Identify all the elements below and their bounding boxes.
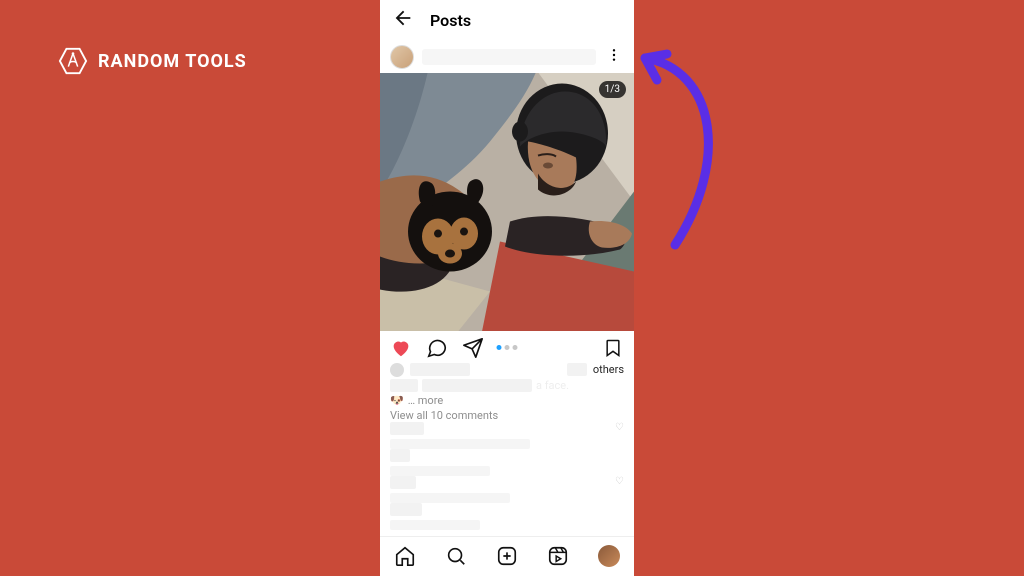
reels-icon	[547, 545, 569, 567]
nav-profile[interactable]	[598, 545, 620, 567]
share-button[interactable]	[462, 337, 484, 359]
search-icon	[445, 545, 467, 567]
instagram-phone-frame: Posts	[380, 0, 634, 576]
likes-text-blurred: xxxx	[410, 363, 470, 376]
likes-others-label: others	[593, 363, 624, 376]
save-button[interactable]	[602, 337, 624, 359]
author-username-blurred[interactable]	[422, 49, 596, 65]
like-button[interactable]	[390, 337, 412, 359]
caption-line: arjun hidden a face.	[390, 379, 624, 392]
caption-tail-blurred: a face.	[536, 379, 569, 392]
liker-avatar	[390, 363, 404, 377]
brand-name: RANDOM TOOLS	[98, 51, 247, 72]
heart-icon	[390, 337, 412, 359]
caption-username-blurred[interactable]: arjun	[390, 379, 418, 392]
caption-more-link[interactable]: … more	[408, 394, 443, 407]
carousel-dot	[497, 345, 502, 350]
profile-avatar-icon	[598, 545, 620, 567]
likes-row[interactable]: xxxx xx others	[390, 363, 624, 377]
caption-text-blurred: hidden	[422, 379, 532, 392]
home-icon	[394, 545, 416, 567]
carousel-counter-badge: 1/3	[599, 81, 626, 98]
comment-preview: ajith♡	[390, 476, 624, 503]
app-top-bar: Posts	[380, 0, 634, 40]
bookmark-icon	[603, 338, 623, 358]
bottom-nav	[380, 536, 634, 576]
page-title: Posts	[430, 11, 471, 30]
comment-like-icon[interactable]: ♡	[615, 476, 624, 487]
post-more-options-button[interactable]	[604, 43, 624, 71]
post-image-carousel[interactable]: 1/3	[380, 73, 634, 330]
nav-create[interactable]	[496, 545, 518, 567]
brand-hex-icon	[58, 46, 88, 76]
brand-logo: RANDOM TOOLS	[58, 46, 247, 76]
post-photo	[380, 73, 634, 330]
callout-arrow-icon	[625, 40, 735, 260]
comment-button[interactable]	[426, 337, 448, 359]
carousel-dots-indicator	[497, 345, 518, 350]
post-meta: xxxx xx others arjun hidden a face. 🐶 … …	[380, 361, 634, 536]
nav-home[interactable]	[394, 545, 416, 567]
view-all-comments-link[interactable]: View all 10 comments	[390, 409, 624, 422]
nav-search[interactable]	[445, 545, 467, 567]
back-button[interactable]	[392, 7, 414, 34]
author-avatar[interactable]	[390, 45, 414, 69]
comment-preview: priyan♡	[390, 422, 624, 449]
comment-like-icon[interactable]: ♡	[615, 422, 624, 433]
carousel-dot	[505, 345, 510, 350]
share-icon	[462, 337, 484, 359]
post-header	[380, 40, 634, 73]
comment-icon	[426, 337, 448, 359]
nav-reels[interactable]	[547, 545, 569, 567]
carousel-dot	[513, 345, 518, 350]
back-arrow-icon	[392, 7, 414, 29]
comment-preview: tan	[390, 449, 624, 476]
caption-emoji: 🐶	[390, 394, 404, 407]
post-action-row	[380, 331, 634, 361]
comment-preview: the.pe	[390, 503, 624, 530]
likes-count-blurred: xx	[567, 363, 587, 376]
plus-square-icon	[496, 545, 518, 567]
more-vertical-icon	[606, 47, 622, 63]
